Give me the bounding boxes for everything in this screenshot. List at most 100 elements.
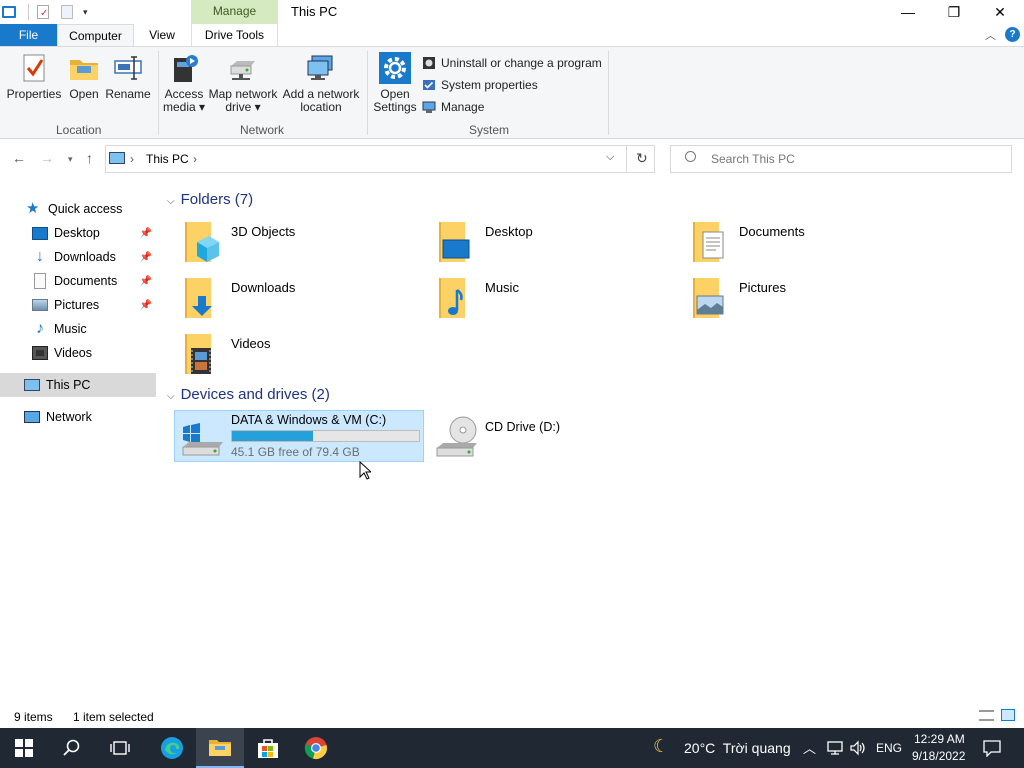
- sidebar-item-pictures[interactable]: Pictures 📌: [0, 293, 156, 317]
- uninstall-program-button[interactable]: Uninstall or change a program: [422, 54, 602, 72]
- folder-pictures[interactable]: Pictures: [683, 276, 923, 326]
- add-network-location-button[interactable]: Add a network location: [281, 52, 361, 114]
- edge-browser-button[interactable]: [148, 728, 196, 768]
- item-count: 9 items: [14, 710, 53, 724]
- this-pc-app-icon: [2, 6, 16, 18]
- sidebar-item-network[interactable]: Network: [0, 405, 156, 429]
- sidebar-item-videos[interactable]: Videos: [0, 341, 156, 365]
- cd-drive-icon: [436, 416, 477, 457]
- folder-music[interactable]: Music: [429, 276, 669, 326]
- folder-downloads[interactable]: Downloads: [175, 276, 415, 326]
- pin-icon[interactable]: 📌: [140, 228, 152, 239]
- pin-icon[interactable]: 📌: [140, 300, 152, 311]
- sidebar-item-music[interactable]: ♪ Music: [0, 317, 156, 341]
- tab-drive-tools[interactable]: Drive Tools: [191, 24, 278, 46]
- moon-weather-icon[interactable]: ☾: [653, 736, 669, 757]
- selection-count: 1 item selected: [73, 710, 154, 724]
- language-indicator[interactable]: ENG: [876, 741, 902, 755]
- refresh-icon[interactable]: ↻: [636, 150, 648, 167]
- drive-d[interactable]: CD Drive (D:): [429, 410, 679, 462]
- access-media-button[interactable]: Access media ▾: [162, 52, 206, 114]
- desktop-folder-icon: [439, 222, 470, 262]
- start-button[interactable]: [0, 728, 48, 768]
- settings-gear-icon: [379, 52, 411, 84]
- breadcrumb-this-pc[interactable]: This PC: [146, 152, 189, 166]
- task-view-icon: [110, 741, 130, 755]
- map-drive-label-2: drive ▾: [225, 100, 261, 114]
- clock-date[interactable]: 9/18/2022: [912, 749, 965, 763]
- sidebar-item-this-pc[interactable]: This PC: [0, 373, 156, 397]
- folders-group-header[interactable]: ⌵ Folders (7): [167, 191, 253, 208]
- manage-context-header: Manage: [191, 0, 278, 24]
- folder-videos[interactable]: Videos: [175, 332, 415, 382]
- map-network-drive-button[interactable]: Map network drive ▾: [207, 52, 279, 114]
- notifications-icon[interactable]: [983, 739, 1001, 757]
- manage-button[interactable]: Manage: [422, 98, 484, 116]
- customize-qat-chevron-icon[interactable]: ▾: [83, 7, 88, 18]
- rename-button[interactable]: Rename: [104, 52, 152, 101]
- tab-computer[interactable]: Computer: [57, 24, 134, 46]
- sidebar-item-downloads[interactable]: ↓ Downloads 📌: [0, 245, 156, 269]
- network-status-icon[interactable]: [826, 740, 844, 756]
- sidebar-item-desktop[interactable]: Desktop 📌: [0, 221, 156, 245]
- clock-time[interactable]: 12:29 AM: [914, 732, 965, 746]
- pin-icon[interactable]: 📌: [140, 276, 152, 287]
- task-view-button[interactable]: [96, 728, 144, 768]
- up-arrow-icon[interactable]: ↑: [86, 150, 93, 166]
- show-hidden-icons-chevron-icon[interactable]: ︿: [803, 738, 816, 757]
- status-bar: 9 items 1 item selected: [0, 705, 1024, 727]
- address-bar[interactable]: › This PC › ⌵ ↻: [105, 145, 655, 173]
- chrome-icon: [304, 737, 327, 759]
- sidebar-item-label: Network: [46, 410, 92, 424]
- quick-access-toolbar: ✓ ▾: [0, 0, 88, 24]
- back-arrow-icon[interactable]: ←: [12, 150, 26, 166]
- file-explorer-button[interactable]: [196, 728, 244, 768]
- sidebar-item-quick-access[interactable]: ★ Quick access: [0, 197, 156, 221]
- sidebar-item-documents[interactable]: Documents 📌: [0, 269, 156, 293]
- close-button[interactable]: ✕: [977, 0, 1023, 24]
- properties-qat-icon[interactable]: ✓: [37, 5, 49, 19]
- sidebar-item-label: Downloads: [54, 250, 116, 264]
- store-button[interactable]: [244, 728, 292, 768]
- help-icon[interactable]: ?: [1005, 27, 1020, 42]
- separator-line: [28, 4, 29, 20]
- uninstall-label: Uninstall or change a program: [441, 56, 602, 70]
- drives-group-header[interactable]: ⌵ Devices and drives (2): [167, 386, 330, 403]
- tab-file[interactable]: File: [0, 24, 57, 46]
- recent-locations-chevron-icon[interactable]: ▾: [68, 154, 73, 165]
- network-group-label: Network: [240, 123, 285, 137]
- large-icons-view-icon[interactable]: [1001, 709, 1015, 721]
- sidebar-item-label: Quick access: [48, 202, 123, 216]
- documents-folder-icon: [693, 222, 724, 262]
- details-view-icon[interactable]: [979, 710, 994, 721]
- video-icon: [32, 346, 48, 360]
- pin-icon[interactable]: 📌: [140, 252, 152, 263]
- collapse-chevron-icon[interactable]: ⌵: [167, 391, 175, 402]
- tab-view[interactable]: View: [134, 24, 190, 46]
- system-properties-button[interactable]: System properties: [422, 76, 538, 94]
- volume-icon[interactable]: [849, 740, 867, 756]
- weather-text[interactable]: 20°C Trời quang: [684, 740, 791, 756]
- new-folder-qat-icon[interactable]: [61, 5, 73, 19]
- content-pane: ⌵ Folders (7) 3D Objects Desktop Document…: [157, 180, 1024, 705]
- forward-arrow-icon[interactable]: →: [40, 150, 54, 166]
- maximize-button[interactable]: ❐: [931, 0, 977, 24]
- search-input[interactable]: Search This PC: [670, 145, 1012, 173]
- folder-documents[interactable]: Documents: [683, 220, 923, 270]
- rename-label: Rename: [105, 87, 151, 101]
- open-button[interactable]: Open: [66, 52, 102, 101]
- collapse-chevron-icon[interactable]: ⌵: [167, 196, 175, 207]
- folder-desktop[interactable]: Desktop: [429, 220, 669, 270]
- search-button[interactable]: [48, 728, 96, 768]
- properties-button[interactable]: Properties: [6, 52, 62, 101]
- minimize-button[interactable]: —: [885, 0, 931, 24]
- manage-label: Manage: [441, 100, 485, 114]
- address-history-chevron-icon[interactable]: ⌵: [606, 151, 614, 164]
- open-settings-button[interactable]: Open Settings: [372, 52, 418, 114]
- ribbon-collapse-chevron-icon[interactable]: ︿: [985, 27, 996, 43]
- drive-c[interactable]: DATA & Windows & VM (C:) 45.1 GB free of…: [174, 410, 424, 462]
- chrome-button[interactable]: [292, 728, 340, 768]
- folder-3d-objects[interactable]: 3D Objects: [175, 220, 415, 270]
- drive-name: CD Drive (D:): [485, 420, 560, 434]
- network-icon: [24, 411, 40, 423]
